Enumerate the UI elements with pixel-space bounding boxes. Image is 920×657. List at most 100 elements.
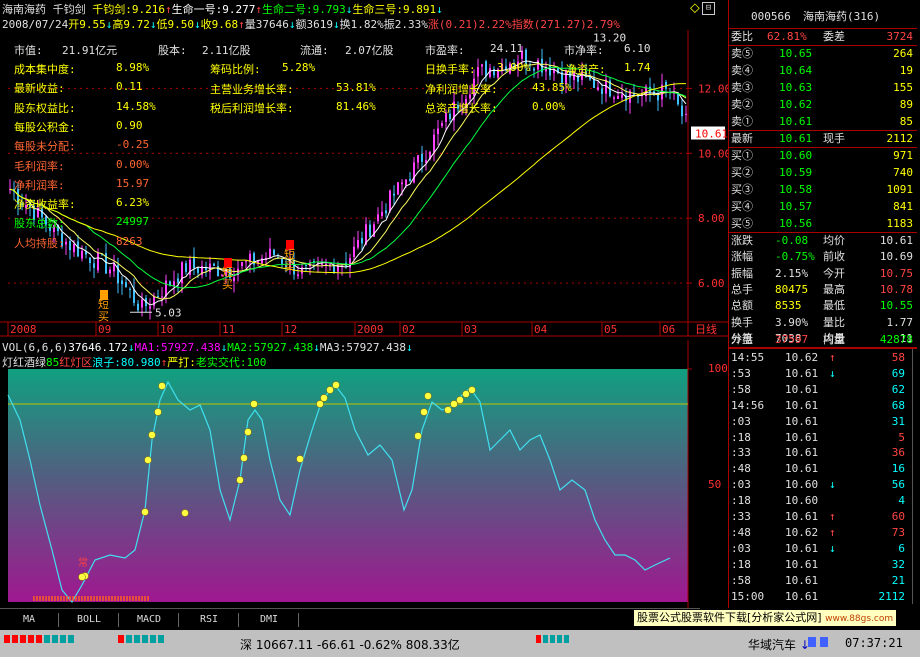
indicator-chart[interactable]: 100 50 常: [0, 340, 728, 608]
candle-body: [125, 282, 127, 287]
stat-row-1[interactable]: 涨幅 -0.75% 前收 10.69: [729, 248, 917, 265]
stat-row-2[interactable]: 振幅 2.15% 今开 10.75: [729, 265, 917, 282]
x-tick-label: 04: [534, 323, 548, 336]
stat-label-2: 量比: [823, 315, 845, 329]
buy-label: 买①: [731, 149, 753, 162]
ad-banner-text: 股票公式股票软件下载[分析家公式网]: [637, 611, 822, 624]
candle-body: [357, 240, 359, 248]
sell-label: 卖④: [731, 64, 753, 77]
tab-rsi[interactable]: RSI: [180, 613, 239, 627]
fund-mid-label-1: 主营业务增长率:: [210, 83, 294, 96]
candle-body: [409, 179, 411, 181]
sell-row-1[interactable]: 卖① 10.61 85: [729, 113, 917, 131]
buy-row-1[interactable]: 买① 10.60 971: [729, 147, 917, 164]
buy-price: 10.58: [779, 183, 813, 196]
tick-row-13[interactable]: :18 10.61 32: [729, 556, 917, 573]
waipan-row[interactable]: 外盘 37597 内盘 42878: [729, 331, 917, 349]
stat-value-2: 10.75: [879, 266, 913, 280]
buy-row-3[interactable]: 买③ 10.58 1091: [729, 181, 917, 198]
sell-row-2[interactable]: 卖② 10.62 89: [729, 96, 917, 113]
tick-arrow: ↑: [829, 510, 836, 523]
ohlc-value-0: 2008/07/24: [2, 18, 69, 31]
signal-icon: [820, 637, 828, 647]
tab-boll[interactable]: BOLL: [60, 613, 119, 627]
signal-dot: [154, 408, 162, 416]
tick-arrow: ↑: [829, 351, 836, 364]
tick-row-7[interactable]: :48 10.61 16: [729, 460, 917, 477]
sub-indicator-value-5: 严打: [167, 356, 190, 369]
vol-value-1: 37646.172: [68, 341, 128, 354]
quote-title[interactable]: 000566 海南海药(316): [729, 8, 917, 25]
tick-row-9[interactable]: :18 10.60 4: [729, 492, 917, 509]
candle-body: [133, 289, 135, 303]
sell-row-3[interactable]: 卖③ 10.63 155: [729, 79, 917, 96]
ticker-name: 华域汽车: [748, 638, 797, 652]
buy-row-4[interactable]: 买④ 10.57 841: [729, 198, 917, 215]
candle-body: [161, 296, 163, 298]
candle-body: [597, 87, 599, 90]
indicator-value-7: ↓: [436, 3, 443, 16]
stat-row-0[interactable]: 涨跌 -0.08 均价 10.61: [729, 232, 917, 249]
fund-top-value-3: 24.11: [490, 42, 524, 55]
stat-row-3[interactable]: 总手 80475 最高 10.78: [729, 281, 917, 298]
restore-icon[interactable]: ⊟: [702, 2, 715, 15]
index-summary[interactable]: 深 10667.11 -66.61 -0.62% 808.33亿: [240, 636, 460, 653]
tick-scrollbar[interactable]: [912, 349, 920, 604]
tab-dmi[interactable]: DMI: [240, 613, 299, 627]
tab-macd[interactable]: MACD: [120, 613, 179, 627]
vol-value-5: MA2:57927.438: [227, 341, 314, 354]
fund-left-value-9: 8263: [116, 234, 143, 248]
stat-row-4[interactable]: 总额 8535 最低 10.55: [729, 297, 917, 314]
indicator-value-2: 生命一号:9.277: [171, 3, 256, 16]
tick-row-14[interactable]: :58 10.61 21: [729, 572, 917, 589]
tick-time: 15:00: [731, 589, 765, 603]
signal-dot: [141, 508, 149, 516]
tick-row-6[interactable]: :33 10.61 36: [729, 444, 917, 461]
ticker[interactable]: 华域汽车 ↓: [748, 636, 810, 653]
tick-row-15[interactable]: 15:00 10.61 2112: [729, 588, 917, 605]
stat-row-5[interactable]: 换手 3.90% 量比 1.77: [729, 314, 917, 331]
tick-row-5[interactable]: :18 10.61 5: [729, 429, 917, 446]
fund-right-value-2: 0.00%: [532, 100, 566, 113]
signal-dot: [424, 392, 432, 400]
tick-time: :53: [731, 366, 751, 380]
tick-row-11[interactable]: :48 10.62 ↑ 73: [729, 524, 917, 541]
sell-row-5[interactable]: 卖⑤ 10.65 264: [729, 45, 917, 62]
latest-row[interactable]: 最新 10.61 现手 2112: [729, 130, 917, 148]
sell-row-4[interactable]: 卖④ 10.64 19: [729, 62, 917, 79]
tick-vol: 6: [898, 541, 905, 555]
x-tick-label: 2009: [357, 323, 384, 336]
tick-vol: 4: [898, 494, 905, 508]
tick-row-2[interactable]: :58 10.61 62: [729, 381, 917, 398]
tick-row-8[interactable]: :03 10.60 ↓ 56: [729, 476, 917, 493]
signal-dot: [320, 394, 328, 402]
low-price-label: 5.03: [155, 306, 182, 319]
ohlc-value-3: 高9.72: [112, 18, 150, 31]
buy-row-5[interactable]: 买⑤ 10.56 1183: [729, 215, 917, 233]
sub-indicator-value-1: 85: [46, 356, 60, 369]
fund-mid-label-0: 筹码比例:: [210, 63, 261, 76]
candle-body: [89, 257, 91, 264]
candle-body: [137, 303, 139, 311]
tick-vol: 31: [891, 414, 905, 428]
candle-body: [617, 96, 619, 99]
stat-label-2: 最低: [823, 299, 845, 313]
tick-row-4[interactable]: :03 10.61 31: [729, 413, 917, 430]
signal-dot: [332, 381, 340, 389]
tick-row-1[interactable]: :53 10.61 ↓ 69: [729, 365, 917, 382]
tick-price: 10.61: [785, 462, 819, 476]
indicator-panel[interactable]: 100 50 常 VOL(6,6,6)37646.172 ↓ MA1:57927.438…: [0, 340, 728, 608]
buy-row-2[interactable]: 买② 10.59 740: [729, 164, 917, 181]
tab-ma[interactable]: MA: [0, 613, 59, 627]
price-chart-panel[interactable]: 12.00 10.00 8.00 6.00 10.61 2008 09 10 11 12 2009 0…: [0, 0, 728, 340]
signal-dot: [444, 406, 452, 414]
signal-dot: [456, 396, 464, 404]
ad-banner[interactable]: 股票公式股票软件下载[分析家公式网] www.88gs.com: [634, 610, 897, 626]
candle-body: [685, 113, 687, 115]
pin-icon[interactable]: ⬦: [690, 0, 700, 16]
tick-row-0[interactable]: 14:55 10.62 ↑ 58: [729, 349, 917, 366]
tick-row-12[interactable]: :03 10.61 ↓ 6: [729, 540, 917, 557]
tick-row-3[interactable]: 14:56 10.61 68: [729, 397, 917, 414]
tick-row-10[interactable]: :33 10.61 ↑ 60: [729, 508, 917, 525]
weibi-row[interactable]: 委比 62.81% 委差 3724: [729, 28, 917, 46]
